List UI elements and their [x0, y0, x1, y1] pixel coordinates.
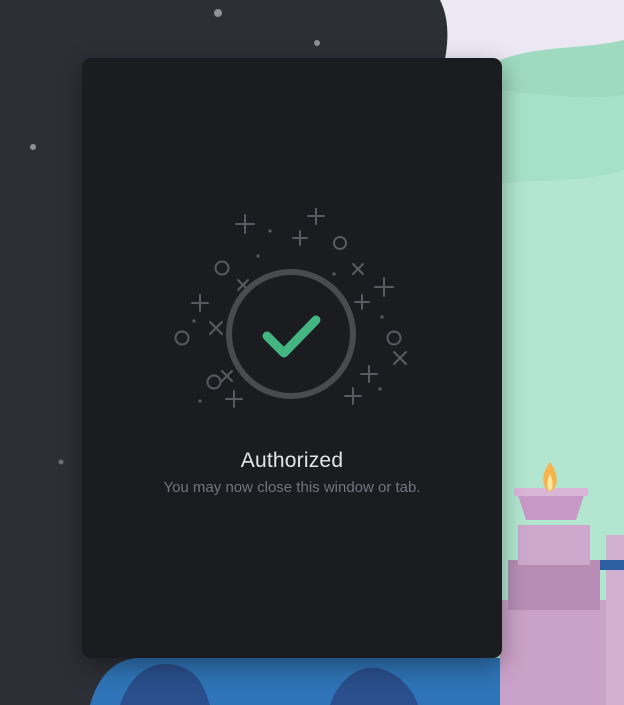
check-circle-icon	[226, 269, 356, 399]
status-title: Authorized	[240, 449, 344, 472]
status-message: You may now close this window or tab.	[163, 479, 421, 496]
sparkle-dots	[192, 229, 384, 403]
authorization-card: Authorized You may now close this window…	[82, 58, 502, 658]
sparkles-icon	[174, 208, 407, 408]
success-badge	[174, 208, 407, 408]
